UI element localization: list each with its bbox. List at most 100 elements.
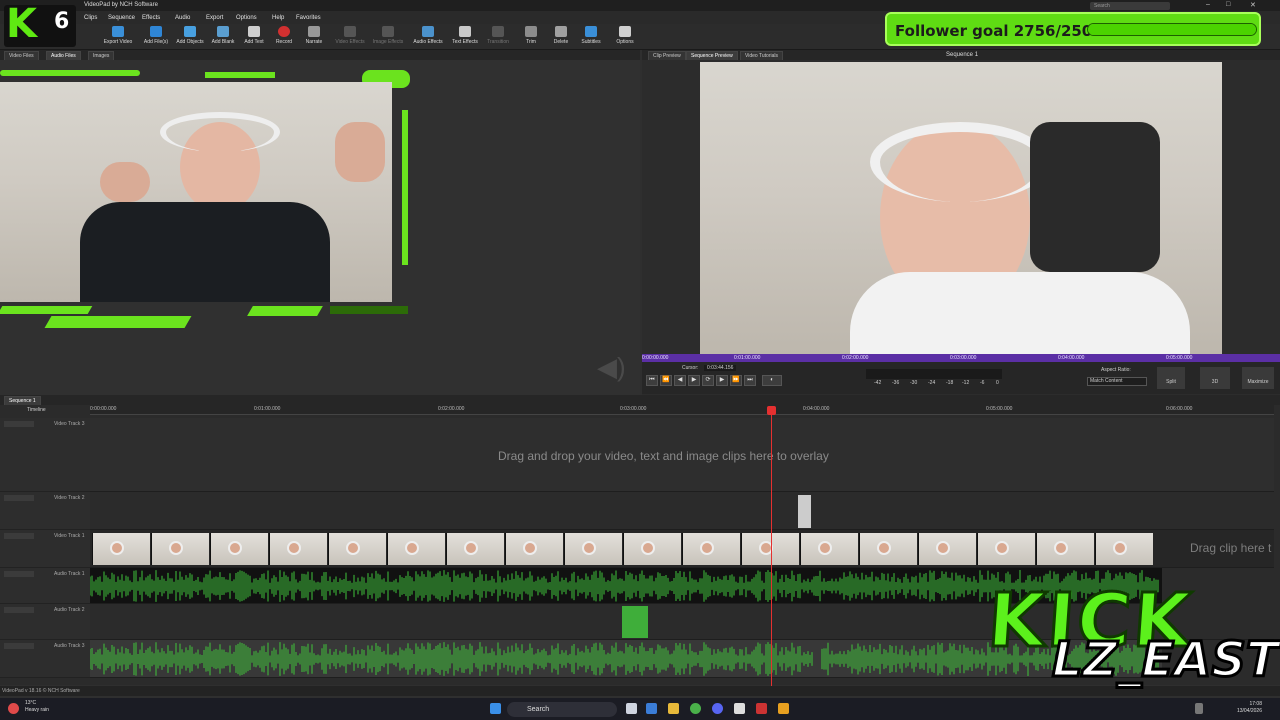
menu-favorites[interactable]: Favorites [296,15,321,21]
video-clip-thumbnail[interactable] [328,533,386,565]
gaming-chair [1030,122,1160,272]
step-back-icon[interactable]: ◀ [674,375,686,386]
track-header-video-3[interactable]: Video Track 3 [0,418,90,492]
video-track-2-lane[interactable] [90,492,1274,530]
add-files-button[interactable]: Add File(s) [138,26,174,50]
audio-clip[interactable] [622,606,648,638]
tab-clip-preview[interactable]: Clip Preview [648,51,686,60]
menu-effects[interactable]: Effects [142,15,160,21]
weather-icon[interactable] [8,703,19,714]
discord-icon[interactable] [712,703,723,714]
copilot-icon[interactable] [646,703,657,714]
menu-sequence[interactable]: Sequence [108,15,135,21]
video-clip[interactable] [798,495,811,528]
export-video-button[interactable]: Export Video [100,26,136,50]
tab-sequence-preview[interactable]: Sequence Preview [686,51,738,60]
track-controls[interactable] [4,607,34,613]
tab-sequence-1[interactable]: Sequence 1 [4,396,41,405]
playhead-handle[interactable] [767,406,776,415]
wifi-icon[interactable] [1195,703,1203,714]
video-clip-thumbnail[interactable] [1036,533,1094,565]
video-clip-thumbnail[interactable] [859,533,917,565]
video-clip-thumbnail[interactable] [800,533,858,565]
track-header-video-2[interactable]: Video Track 2 [0,492,90,530]
video-clip-thumbnail[interactable] [151,533,209,565]
video-clip-thumbnail[interactable] [210,533,268,565]
threed-button[interactable]: 3D [1200,367,1230,389]
go-end-icon[interactable]: ⏭ [744,375,756,386]
tab-video-tutorials[interactable]: Video Tutorials [740,51,783,60]
close-icon[interactable]: ✕ [1250,1,1256,9]
start-icon[interactable] [490,703,501,714]
videopad-taskbar-icon[interactable] [778,703,789,714]
loop-icon[interactable]: ⟳ [702,375,714,386]
go-start-icon[interactable]: ⏮ [646,375,658,386]
image-effects-button[interactable]: Image Effects [370,26,406,50]
track-header-audio-2[interactable]: Audio Track 2 [0,604,90,640]
search-input[interactable]: Search [1090,2,1170,10]
video-clip-thumbnail[interactable] [741,533,799,565]
narrate-button[interactable]: Narrate [296,26,332,50]
thumbnail-face [877,541,892,555]
sequence-preview-video[interactable] [700,62,1222,354]
file-explorer-icon[interactable] [668,703,679,714]
speaker-icon: ◀) [597,352,626,382]
video-clip-thumbnail[interactable] [977,533,1035,565]
track-controls[interactable] [4,495,34,501]
taskbar-search[interactable]: Search [507,702,617,717]
tab-images[interactable]: Images [88,51,115,60]
video-clip-thumbnail[interactable] [387,533,445,565]
prev-frame-icon[interactable]: ⏪ [660,375,672,386]
weather-widget[interactable]: 13°C Heavy rain [25,700,49,714]
video-clip-thumbnail[interactable] [269,533,327,565]
minimize-icon[interactable]: – [1206,1,1210,8]
task-view-icon[interactable] [626,703,637,714]
video-clip-thumbnail[interactable] [918,533,976,565]
frame-accent [205,72,275,78]
video-clip-thumbnail[interactable] [92,533,150,565]
maximize-icon[interactable]: □ [1226,1,1230,8]
video-clip-thumbnail[interactable] [505,533,563,565]
track-header-audio-3[interactable]: Audio Track 3 [0,640,90,678]
timeline-playhead[interactable] [771,406,772,686]
track-controls[interactable] [4,421,34,427]
next-frame-icon[interactable]: ⏩ [730,375,742,386]
preview-scrubber[interactable]: 0:00:00.000 0:01:00.000 0:02:00.000 0:03… [642,354,1280,362]
menu-help[interactable]: Help [272,15,284,21]
video-effects-button[interactable]: Video Effects [332,26,368,50]
timeline-ruler[interactable]: 0:00:00.000 0:01:00.000 0:02:00.000 0:03… [90,405,1274,415]
video-clip-thumbnail[interactable] [682,533,740,565]
track-controls[interactable] [4,533,34,539]
video-clip-thumbnail[interactable] [446,533,504,565]
menu-clips[interactable]: Clips [84,15,97,21]
subtitles-button[interactable]: Subtitles [573,26,609,50]
volume-icon[interactable]: ◐ [762,375,782,386]
track-header-audio-1[interactable]: Audio Track 1 [0,568,90,604]
video-clip-thumbnail[interactable] [564,533,622,565]
step-forward-icon[interactable]: ▶ [716,375,728,386]
split-button[interactable]: Split [1157,367,1185,389]
track-header-video-1[interactable]: Video Track 1 [0,530,90,568]
chrome-icon[interactable] [690,703,701,714]
headset [870,122,1050,202]
tab-video-files[interactable]: Video Files [4,51,39,60]
menu-options[interactable]: Options [236,15,257,21]
track-controls[interactable] [4,643,34,649]
aspect-select[interactable]: Match Content [1087,377,1147,386]
video-clip-thumbnail[interactable] [1095,533,1153,565]
maximize-button[interactable]: Maximize [1242,367,1274,389]
app-icon[interactable] [734,703,745,714]
system-clock[interactable]: 17:08 13/04/2026 [1222,701,1262,715]
tab-audio-files[interactable]: Audio Files [46,51,81,60]
video-clip-thumbnail[interactable] [623,533,681,565]
track-controls[interactable] [4,571,34,577]
transition-button[interactable]: Transition [480,26,516,50]
obs-icon[interactable] [756,703,767,714]
text-effects-button[interactable]: Text Effects [447,26,483,50]
options-button[interactable]: Options [607,26,643,50]
menu-audio[interactable]: Audio [175,15,190,21]
add-objects-button[interactable]: Add Objects [172,26,208,50]
play-icon[interactable]: ▶ [688,375,700,386]
audio-effects-button[interactable]: Audio Effects [410,26,446,50]
menu-export[interactable]: Export [206,15,223,21]
